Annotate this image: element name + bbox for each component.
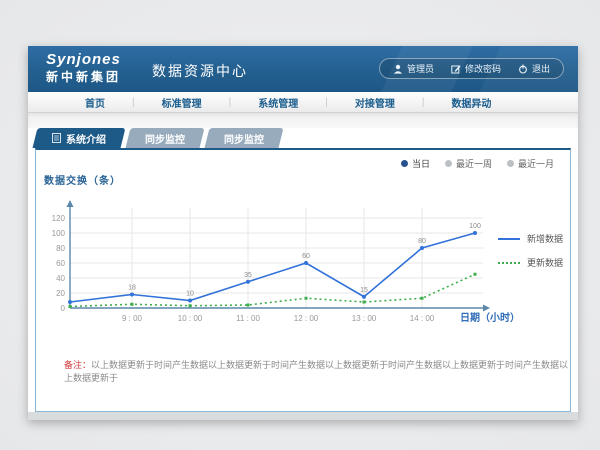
radio-option-today[interactable]: 当日	[401, 157, 430, 170]
svg-text:80: 80	[56, 244, 65, 253]
svg-text:15: 15	[360, 287, 368, 294]
line-chart-svg: 0 20 40 60 80 100 120 9 : 00 10 : 00 11 : 00 12 : …	[38, 186, 496, 336]
top-header: Synjones 新中新集团 数据资源中心 管理员 修改密码 退出	[28, 46, 578, 92]
nav-item-data-change[interactable]: 数据异动	[424, 95, 518, 110]
user-button[interactable]: 管理员	[393, 62, 434, 75]
user-icon	[393, 64, 403, 74]
svg-text:100: 100	[469, 223, 481, 230]
tab-label: 系统介绍	[66, 131, 106, 146]
svg-text:14 : 00: 14 : 00	[410, 314, 435, 323]
logo-english: Synjones	[46, 51, 121, 70]
nav-item-system-management[interactable]: 系统管理	[231, 95, 325, 110]
svg-text:11 : 00: 11 : 00	[236, 314, 260, 323]
main-navbar: 首页 | 标准管理 | 系统管理 | 对接管理 | 数据异动	[28, 92, 578, 113]
svg-text:60: 60	[56, 259, 65, 268]
user-toolbar: 管理员 修改密码 退出	[379, 58, 564, 79]
svg-text:40: 40	[56, 274, 65, 283]
svg-text:20: 20	[56, 289, 65, 298]
radio-dot	[445, 160, 452, 167]
nav-item-home[interactable]: 首页	[58, 95, 132, 110]
tab-bar: 系统介绍 同步监控 同步监控	[28, 128, 578, 148]
svg-text:12 : 00: 12 : 00	[294, 314, 319, 323]
legend-label: 更新数据	[527, 256, 563, 269]
edit-icon	[451, 64, 461, 74]
tab-label: 同步监控	[224, 131, 264, 146]
tab-sync-monitor-2[interactable]: 同步监控	[207, 128, 281, 148]
tab-sync-monitor-1[interactable]: 同步监控	[128, 128, 202, 148]
radio-label: 当日	[412, 157, 430, 170]
nav-item-interface-management[interactable]: 对接管理	[328, 95, 422, 110]
svg-text:80: 80	[418, 238, 426, 245]
footnote-text: 以上数据更新于时间产生数据以上数据更新于时间产生数据以上数据更新于时间产生数据以…	[64, 360, 568, 383]
logo-chinese: 新中新集团	[46, 70, 121, 85]
footnote: 备注：以上数据更新于时间产生数据以上数据更新于时间产生数据以上数据更新于时间产生…	[64, 359, 569, 384]
nav-item-standard-management[interactable]: 标准管理	[135, 95, 229, 110]
chart-x-axis-title: 日期（小时）	[460, 309, 520, 324]
logout-label: 退出	[532, 62, 550, 75]
legend-label: 新增数据	[527, 232, 563, 245]
legend-item-new-data[interactable]: 新增数据	[498, 232, 563, 245]
logout-button[interactable]: 退出	[518, 62, 550, 75]
svg-text:120: 120	[52, 214, 66, 223]
radio-option-last-week[interactable]: 最近一周	[445, 157, 492, 170]
dotted-line-icon	[498, 262, 520, 264]
svg-text:100: 100	[52, 229, 66, 238]
svg-text:0: 0	[61, 304, 66, 313]
radio-dot	[507, 160, 514, 167]
chart-y-axis-title: 数据交换（条）	[44, 172, 121, 187]
change-password-button[interactable]: 修改密码	[451, 62, 501, 75]
svg-text:10 : 00: 10 : 00	[178, 314, 203, 323]
window-footer-strip	[28, 412, 578, 420]
chart-legend: 新增数据 更新数据	[498, 232, 563, 280]
svg-text:10: 10	[186, 291, 194, 298]
user-label: 管理员	[407, 62, 434, 75]
content-panel: 当日 最近一周 最近一月 数据交换（条） 0 20 40 60 80 100 120 9 : …	[35, 148, 571, 412]
time-range-selector: 当日 最近一周 最近一月	[401, 157, 554, 170]
radio-label: 最近一周	[456, 157, 492, 170]
svg-text:13 : 00: 13 : 00	[352, 314, 377, 323]
power-icon	[518, 64, 528, 74]
change-password-label: 修改密码	[465, 62, 501, 75]
svg-text:35: 35	[244, 272, 252, 279]
subnav-spacer	[28, 113, 578, 128]
svg-text:9 : 00: 9 : 00	[122, 314, 143, 323]
svg-text:18: 18	[128, 285, 136, 292]
svg-text:60: 60	[302, 253, 310, 260]
company-logo: Synjones 新中新集团	[46, 51, 121, 85]
page-title: 数据资源中心	[152, 61, 248, 81]
document-icon	[52, 133, 61, 143]
app-window: Synjones 新中新集团 数据资源中心 管理员 修改密码 退出	[28, 46, 578, 420]
radio-option-last-month[interactable]: 最近一月	[507, 157, 554, 170]
radio-dot	[401, 160, 408, 167]
legend-item-updated-data[interactable]: 更新数据	[498, 256, 563, 269]
footnote-prefix: 备注：	[64, 360, 91, 370]
solid-line-icon	[498, 238, 520, 240]
radio-label: 最近一月	[518, 157, 554, 170]
tab-system-intro[interactable]: 系统介绍	[35, 128, 123, 148]
tab-label: 同步监控	[145, 131, 185, 146]
